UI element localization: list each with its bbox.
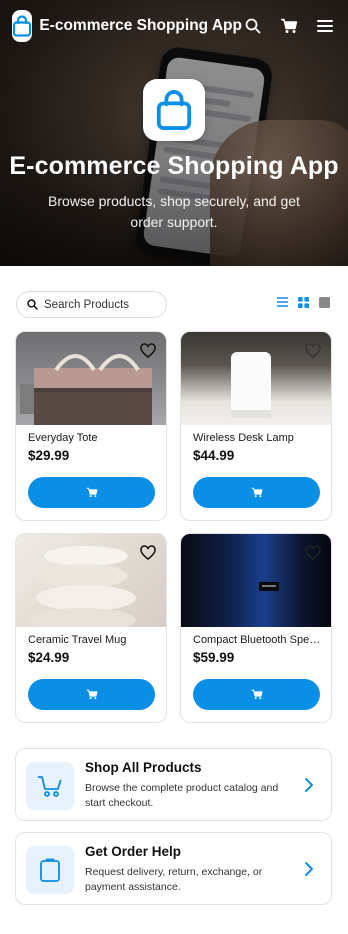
- product-name: Wireless Desk Lamp: [193, 432, 294, 444]
- shop-all-products-card[interactable]: Shop All Products Browse the complete pr…: [15, 748, 332, 821]
- add-to-cart-button[interactable]: [193, 477, 320, 508]
- product-card[interactable]: Compact Bluetooth Speaker $59.99: [180, 533, 332, 723]
- add-to-cart-button[interactable]: [193, 679, 320, 710]
- action-title: Shop All Products: [85, 760, 202, 775]
- product-name: Compact Bluetooth Speaker: [193, 634, 323, 646]
- grid-view-icon[interactable]: [297, 296, 309, 308]
- get-order-help-card[interactable]: Get Order Help Request delivery, return,…: [15, 832, 332, 905]
- cart-icon[interactable]: [278, 15, 300, 37]
- clipboard-icon: [26, 846, 74, 894]
- product-price: $24.99: [28, 650, 70, 665]
- add-to-cart-button[interactable]: [28, 679, 155, 710]
- single-view-icon[interactable]: [318, 296, 330, 308]
- hero-subtitle: Browse products, shop securely, and get …: [48, 193, 300, 230]
- app-title: E-commerce Shopping App: [39, 17, 242, 34]
- favorite-heart-icon[interactable]: [305, 545, 321, 561]
- action-title: Get Order Help: [85, 844, 182, 859]
- app-logo-icon[interactable]: [12, 10, 33, 42]
- action-description: Request delivery, return, exchange, or p…: [85, 866, 263, 893]
- product-card[interactable]: Everyday Tote $29.99: [15, 331, 167, 521]
- product-price: $59.99: [193, 650, 235, 665]
- product-price: $44.99: [193, 448, 235, 463]
- product-name: Ceramic Travel Mug: [28, 634, 127, 646]
- product-name: Everyday Tote: [28, 432, 98, 444]
- top-bar: E-commerce Shopping App: [0, 0, 348, 52]
- product-price: $29.99: [28, 448, 70, 463]
- cart-icon: [251, 487, 262, 498]
- search-icon[interactable]: [242, 15, 264, 37]
- chevron-right-icon: [305, 778, 313, 792]
- hero-title: E-commerce Shopping App: [9, 152, 339, 180]
- favorite-heart-icon[interactable]: [140, 343, 156, 359]
- action-description: Browse the complete product catalog and …: [85, 782, 279, 809]
- search-input[interactable]: [44, 298, 164, 311]
- chevron-right-icon: [305, 862, 313, 876]
- search-box[interactable]: [16, 291, 167, 318]
- product-card[interactable]: Wireless Desk Lamp $44.99: [180, 331, 332, 521]
- hero-bag-icon: [143, 79, 205, 141]
- hero-banner: E-commerce Shopping App E-commerce Shopp…: [0, 0, 348, 266]
- product-card[interactable]: Ceramic Travel Mug $24.99: [15, 533, 167, 723]
- list-view-icon[interactable]: [276, 296, 288, 308]
- cart-icon: [86, 487, 97, 498]
- favorite-heart-icon[interactable]: [140, 545, 156, 561]
- cart-icon: [86, 689, 97, 700]
- search-icon: [27, 299, 38, 310]
- cart-icon: [26, 762, 74, 810]
- menu-icon[interactable]: [314, 15, 336, 37]
- cart-icon: [251, 689, 262, 700]
- add-to-cart-button[interactable]: [28, 477, 155, 508]
- view-toggle: [276, 296, 330, 308]
- favorite-heart-icon[interactable]: [305, 343, 321, 359]
